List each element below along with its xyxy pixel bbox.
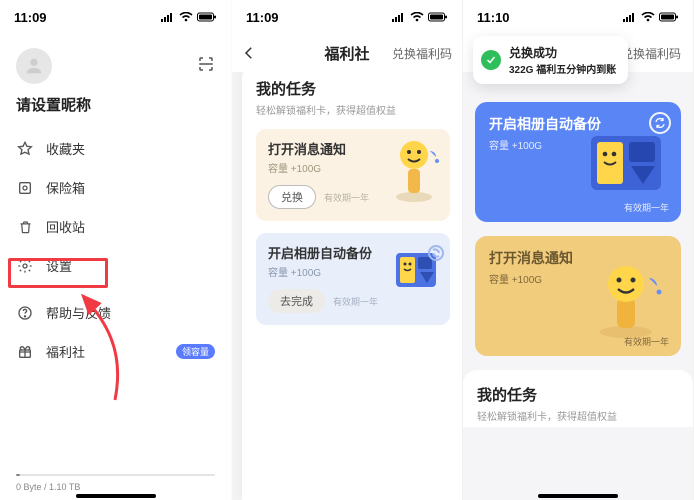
sync-icon <box>649 112 671 134</box>
help-icon <box>16 305 34 321</box>
status-indicators <box>623 12 679 22</box>
card-footnote: 有效期一年 <box>624 201 669 214</box>
menu-item-help[interactable]: 帮助与反馈 <box>0 293 231 332</box>
task-note: 有效期一年 <box>324 191 369 204</box>
success-toast: 兑换成功 322G 福利五分钟内到账 <box>473 36 628 84</box>
menu-label: 帮助与反馈 <box>46 303 215 322</box>
chevron-left-icon <box>240 44 258 62</box>
task-note: 有效期一年 <box>333 295 378 308</box>
signal-icon <box>623 12 637 22</box>
check-icon <box>481 50 501 70</box>
task-title: 开启相册自动备份 <box>268 243 438 262</box>
menu-label: 收藏夹 <box>46 139 215 158</box>
menu-label: 保险箱 <box>46 178 215 197</box>
trash-icon <box>16 219 34 235</box>
task-subtitle: 容量 +100G <box>268 264 438 279</box>
menu-item-settings[interactable]: 设置 <box>0 246 231 285</box>
status-bar: 11:10 <box>463 0 693 34</box>
home-indicator <box>538 494 618 498</box>
welfare-badge: 领容量 <box>176 344 215 359</box>
task-card-notifications[interactable]: 打开消息通知 容量 +100G 兑换 有效期一年 <box>256 129 450 221</box>
person-icon <box>23 55 45 77</box>
reward-card-backup[interactable]: 开启相册自动备份 容量 +100G 有效期一年 <box>475 102 681 222</box>
scan-icon[interactable] <box>197 55 215 78</box>
menu-label: 福利社 <box>46 342 164 361</box>
redeem-button[interactable]: 兑换 <box>268 185 316 209</box>
safe-icon <box>16 180 34 196</box>
tasks-subtitle: 轻松解锁福利卡，获得超值权益 <box>477 408 679 423</box>
menu-item-safe[interactable]: 保险箱 <box>0 168 231 207</box>
status-time: 11:10 <box>477 10 510 25</box>
status-indicators <box>161 12 217 22</box>
task-title: 打开消息通知 <box>268 139 438 158</box>
avatar[interactable] <box>16 48 52 84</box>
tasks-title: 我的任务 <box>477 384 679 405</box>
capacity-section: 0 Byte / 1.10 TB <box>0 474 231 492</box>
reward-cards: 开启相册自动备份 容量 +100G 有效期一年 打开消息通知 容量 +100G <box>463 72 693 356</box>
screen-redeemed: 11:10 兑换福利码 兑换成功 322G 福利五分钟内到账 开启相册自动备份 … <box>462 0 693 500</box>
capacity-text: 0 Byte / 1.10 TB <box>16 482 215 492</box>
capacity-bar <box>16 474 215 476</box>
menu-label: 回收站 <box>46 217 215 236</box>
star-icon <box>16 141 34 157</box>
toast-title: 兑换成功 <box>509 44 616 61</box>
signal-icon <box>161 12 175 22</box>
tasks-title: 我的任务 <box>256 78 450 99</box>
wifi-icon <box>410 12 424 22</box>
status-time: 11:09 <box>14 10 47 25</box>
page-title: 福利社 <box>324 43 369 64</box>
page-header: 福利社 兑换福利码 <box>232 34 462 72</box>
gear-icon <box>16 258 34 274</box>
task-subtitle: 容量 +100G <box>268 160 438 175</box>
card-footnote: 有效期一年 <box>624 335 669 348</box>
status-bar: 11:09 <box>232 0 462 34</box>
gift-icon <box>16 344 34 360</box>
menu-item-welfare[interactable]: 福利社 领容量 <box>0 332 231 371</box>
redeem-code-link[interactable]: 兑换福利码 <box>392 34 452 72</box>
screen-profile: 11:09 请设置昵称 收藏夹 保险箱 <box>0 0 231 500</box>
nickname-prompt[interactable]: 请设置昵称 <box>0 90 231 129</box>
tasks-panel: 我的任务 轻松解锁福利卡，获得超值权益 打开消息通知 容量 +100G 兑换 有… <box>242 64 462 500</box>
battery-icon <box>428 12 448 22</box>
card-title: 打开消息通知 <box>489 248 667 268</box>
status-bar: 11:09 <box>0 0 231 34</box>
back-button[interactable] <box>240 34 258 72</box>
tasks-subtitle: 轻松解锁福利卡，获得超值权益 <box>256 102 450 117</box>
reward-card-notifications[interactable]: 打开消息通知 容量 +100G 有效期一年 <box>475 236 681 356</box>
status-indicators <box>392 12 448 22</box>
battery-icon <box>197 12 217 22</box>
menu-item-favorites[interactable]: 收藏夹 <box>0 129 231 168</box>
screen-welfare: 上传你 上传 上传 拍照 上传 新建 11:09 福利社 兑换福利 <box>231 0 462 500</box>
card-title: 开启相册自动备份 <box>489 114 667 134</box>
status-time: 11:09 <box>246 10 279 25</box>
toast-subtitle: 322G 福利五分钟内到账 <box>509 61 616 76</box>
tasks-section: 我的任务 轻松解锁福利卡，获得超值权益 <box>463 370 693 427</box>
menu: 收藏夹 保险箱 回收站 设置 帮助与反馈 福利社 领容量 <box>0 129 231 371</box>
go-complete-button[interactable]: 去完成 <box>268 289 325 313</box>
menu-item-trash[interactable]: 回收站 <box>0 207 231 246</box>
wifi-icon <box>179 12 193 22</box>
signal-icon <box>392 12 406 22</box>
card-subtitle: 容量 +100G <box>489 271 667 286</box>
task-card-backup[interactable]: 开启相册自动备份 容量 +100G 去完成 有效期一年 <box>256 233 450 325</box>
home-indicator <box>76 494 156 498</box>
wifi-icon <box>641 12 655 22</box>
redeem-code-link[interactable]: 兑换福利码 <box>621 45 681 62</box>
battery-icon <box>659 12 679 22</box>
menu-label: 设置 <box>46 256 215 275</box>
card-subtitle: 容量 +100G <box>489 137 667 152</box>
